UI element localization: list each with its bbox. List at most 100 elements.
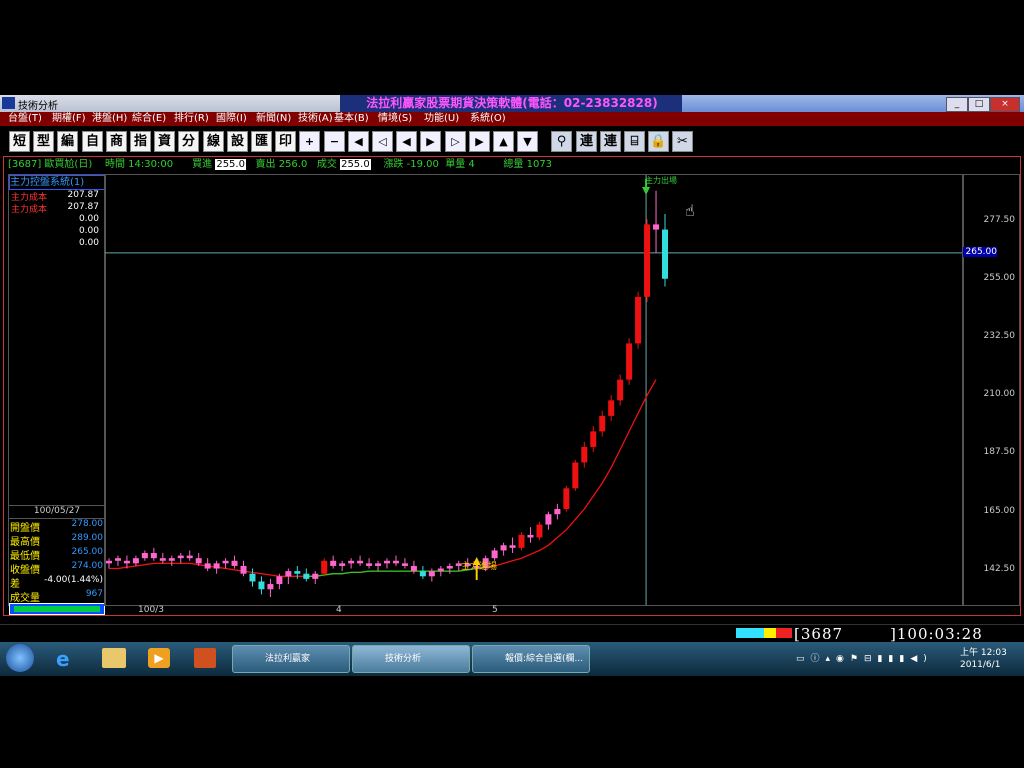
candle-body (375, 563, 382, 566)
close-button[interactable]: × (990, 97, 1020, 112)
app-shortcut-icon[interactable] (194, 648, 216, 668)
candle-body (653, 224, 660, 230)
toolbar-button-8[interactable]: 線 (203, 131, 224, 152)
menu-item-9[interactable]: 情境(S) (378, 112, 412, 126)
toolbar-button-18[interactable]: ▷ (445, 131, 466, 152)
x-tick-label: 4 (336, 605, 342, 615)
indicator-row-value: 0.00 (78, 238, 99, 248)
toolbar-button-21[interactable]: ▼ (517, 131, 538, 152)
candle-body (446, 565, 453, 569)
toolbar-button-25[interactable]: ⌸ (624, 131, 645, 152)
candle-body (410, 565, 417, 572)
tray-time[interactable]: 上午 12:03 (960, 645, 1007, 658)
candlestick-chart[interactable] (105, 175, 963, 605)
menu-item-5[interactable]: 國際(I) (216, 112, 247, 126)
toolbar-button-17[interactable]: ▶ (420, 131, 441, 152)
tray-icons[interactable]: ▭ⓘ▴◉⚑⊟▮▮▮◀) (796, 651, 933, 664)
candle-body (114, 558, 121, 561)
menu-item-3[interactable]: 綜合(E) (132, 112, 166, 126)
y-current-price: 265.00 (963, 246, 997, 257)
toolbar-button-13[interactable]: − (324, 131, 345, 152)
toolbar-button-6[interactable]: 資 (154, 131, 175, 152)
candle-body (330, 560, 337, 566)
candle-body (321, 560, 328, 574)
deal-label: 成交 (316, 159, 337, 170)
toolbar-button-5[interactable]: 指 (130, 131, 151, 152)
ie-icon[interactable]: e (56, 647, 80, 671)
menu-item-0[interactable]: 台盤(T) (8, 112, 42, 126)
toolbar-button-19[interactable]: ▶ (469, 131, 490, 152)
y-tick-label: 255.00 (983, 272, 1016, 283)
toolbar-button-22[interactable]: ⚲ (551, 131, 572, 152)
toolbar-button-1[interactable]: 型 (33, 131, 54, 152)
candle-body (563, 488, 570, 510)
menu-item-6[interactable]: 新聞(N) (256, 112, 291, 126)
candle-body (527, 534, 534, 538)
candle-body (384, 560, 390, 564)
candle-body (590, 431, 597, 447)
toolbar-button-7[interactable]: 分 (178, 131, 199, 152)
toolbar-button-27[interactable]: ✂ (672, 131, 693, 152)
explorer-icon[interactable] (102, 648, 126, 668)
candle-body (357, 560, 364, 564)
toolbar-button-9[interactable]: 設 (227, 131, 248, 152)
quote-value: 274.00 (71, 561, 104, 571)
candle-body (437, 568, 444, 572)
menu-item-10[interactable]: 功能(U) (424, 112, 459, 126)
toolbar-button-23[interactable]: 連 (576, 131, 597, 152)
toolbar-button-4[interactable]: 商 (106, 131, 127, 152)
x-tick-label: 100/3 (138, 605, 164, 615)
menu-item-7[interactable]: 技術(A) (298, 112, 333, 126)
toolbar-button-15[interactable]: ◁ (372, 131, 393, 152)
menu-item-8[interactable]: 基本(B) (334, 112, 369, 126)
toolbar-button-26[interactable]: 🔒 (648, 131, 669, 152)
task-tech-analysis[interactable]: 技術分析 (352, 645, 470, 673)
menu-item-1[interactable]: 期權(F) (52, 112, 86, 126)
candle-body (213, 563, 220, 569)
maximize-button[interactable]: □ (968, 97, 990, 112)
bid-label: 買進 (192, 159, 213, 170)
toolbar-button-24[interactable]: 連 (600, 131, 621, 152)
exit-arrow-head (642, 187, 651, 195)
toolbar: 短型編自商指資分線設匯印 + − ◀ ◁ ◀ ▶ ▷ ▶ ▲ ▼ ⚲ 連連 ⌸ 🔒 ✂ (0, 126, 1024, 156)
menu-item-11[interactable]: 系統(O) (470, 112, 506, 126)
minimize-button[interactable]: _ (946, 97, 968, 112)
media-player-icon[interactable]: ▶ (148, 648, 170, 668)
toolbar-button-16[interactable]: ◀ (396, 131, 417, 152)
toolbar-button-12[interactable]: + (299, 131, 320, 152)
menu-item-2[interactable]: 港盤(H) (92, 112, 127, 126)
app-icon (2, 97, 15, 109)
exit-annotation: 主力出場 (645, 176, 677, 185)
toolbar-button-11[interactable]: 印 (275, 131, 296, 152)
candle-body (312, 573, 319, 579)
quote-info-bar: [3687] 歐買尬(日) 時間 14:30:00 買進 255.0 賣出 25… (8, 158, 1018, 172)
toolbar-button-14[interactable]: ◀ (348, 131, 369, 152)
chart-plot-area[interactable]: 主力進場 主力出場 ☝ (104, 174, 964, 606)
tray-date[interactable]: 2011/6/1 (960, 660, 1000, 670)
toolbar-button-20[interactable]: ▲ (493, 131, 514, 152)
candle-body (366, 563, 373, 566)
candle-body (222, 560, 229, 564)
candle-body (186, 555, 193, 559)
candle-body (635, 296, 642, 344)
y-tick-label: 187.50 (983, 447, 1016, 458)
change-label: 漲跌 (383, 159, 404, 170)
candle-body (428, 571, 435, 577)
task-quotes[interactable]: 報價:綜合自選(欄... (472, 645, 590, 673)
candle-body (204, 563, 211, 569)
task-ferrari[interactable]: 法拉利贏家 (232, 645, 350, 673)
menu-item-4[interactable]: 排行(R) (174, 112, 209, 126)
volume-value: 4 (468, 159, 475, 170)
toolbar-button-0[interactable]: 短 (9, 131, 30, 152)
indicator-title[interactable]: 主力控盤系統(1) (9, 175, 105, 190)
quote-label: 成交量 (10, 593, 40, 604)
toolbar-button-2[interactable]: 編 (57, 131, 78, 152)
candle-body (249, 573, 256, 582)
volume-bar (9, 603, 105, 615)
toolbar-button-3[interactable]: 自 (82, 131, 103, 152)
status-color-red (776, 628, 792, 638)
start-button-icon[interactable] (6, 644, 34, 672)
toolbar-button-10[interactable]: 匯 (251, 131, 272, 152)
candle-body (608, 400, 615, 416)
candle-body (554, 509, 561, 515)
